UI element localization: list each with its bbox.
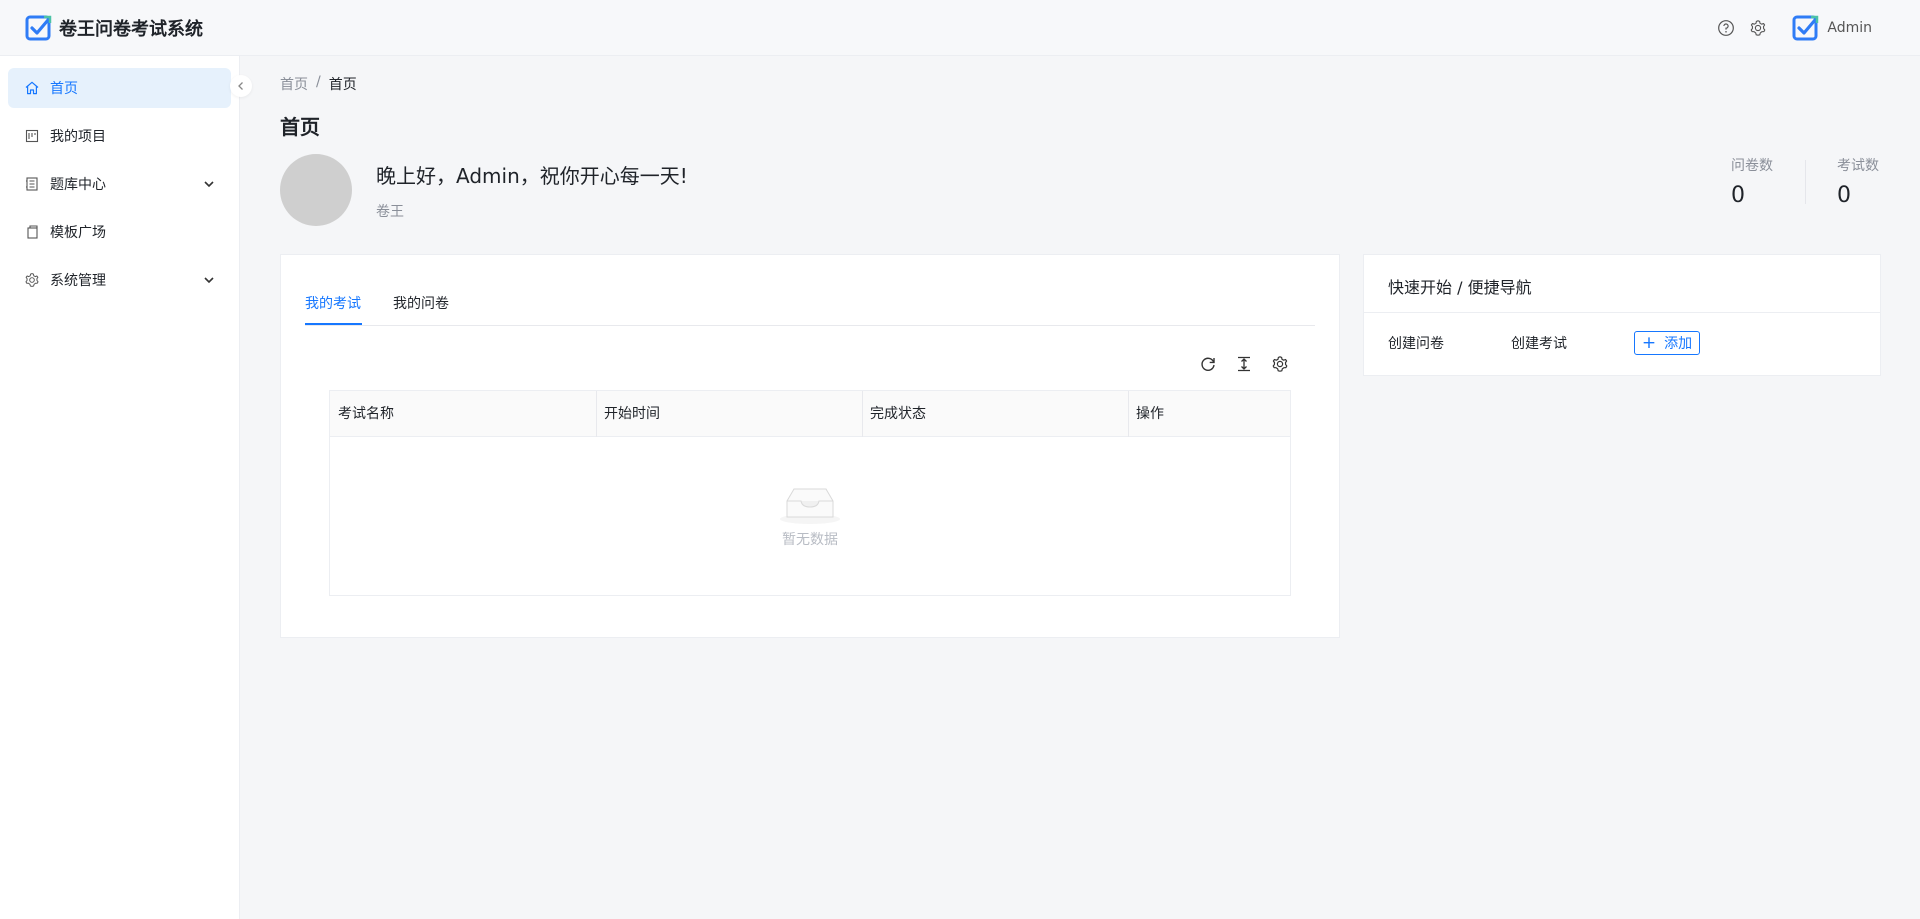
settings-icon[interactable] [1271, 355, 1289, 373]
stat-value: 0 [1837, 183, 1851, 208]
breadcrumb-root[interactable]: 首页 [280, 74, 308, 94]
sidebar: 首页 我的项目 题库中心 模板广场 系统管理 [0, 56, 240, 919]
help-icon[interactable] [1717, 19, 1735, 37]
project-icon [25, 129, 39, 143]
column-height-icon[interactable] [1235, 355, 1253, 373]
add-button-label: 添加 [1664, 336, 1693, 352]
welcome-greeting: 晚上好，Admin，祝你开心每一天! [376, 164, 688, 188]
stat-exam-count: 考试数 0 [1837, 155, 1879, 208]
quick-nav-title: 快速开始 / 便捷导航 [1388, 278, 1532, 297]
breadcrumb-current: 首页 [328, 77, 357, 93]
column-header[interactable]: 开始时间 [596, 391, 862, 437]
chevron-down-icon [204, 181, 214, 188]
tab-my-exams[interactable]: 我的考试 [305, 293, 361, 313]
sidebar-item-label: 我的项目 [50, 129, 106, 145]
sidebar-collapse-button[interactable] [230, 75, 252, 97]
sidebar-item-label: 模板广场 [50, 225, 106, 241]
sidebar-item-question-bank[interactable]: 题库中心 [8, 164, 231, 204]
settings-icon[interactable] [1749, 19, 1767, 37]
column-header[interactable]: 操作 [1128, 391, 1290, 437]
header-actions: Admin [1703, 0, 1872, 56]
page-title: 首页 [280, 115, 320, 139]
table-toolbar [1181, 355, 1289, 373]
stat-value: 0 [1731, 183, 1745, 208]
empty-text: 暂无数据 [782, 532, 838, 548]
user-menu[interactable]: Admin [1791, 14, 1872, 42]
user-avatar-icon [1792, 15, 1819, 41]
quick-link-create-survey[interactable]: 创建问卷 [1388, 333, 1444, 353]
quick-link-create-exam[interactable]: 创建考试 [1511, 333, 1567, 353]
home-icon [25, 81, 39, 95]
sidebar-item-templates[interactable]: 模板广场 [8, 212, 231, 252]
sidebar-item-label: 题库中心 [50, 177, 106, 193]
template-icon [27, 225, 38, 239]
stat-label: 考试数 [1837, 158, 1879, 174]
logo-icon [25, 15, 52, 40]
chevron-down-icon [204, 277, 214, 284]
user-name: Admin [1827, 20, 1872, 36]
stat-divider [1805, 160, 1806, 204]
avatar [280, 154, 352, 226]
empty-state: 暂无数据 [330, 437, 1290, 595]
sidebar-item-label: 首页 [50, 81, 78, 97]
exam-survey-card: 我的考试 我的问卷 考试名称 开始时间 完成状态 操作 暂无数据 [280, 254, 1340, 638]
column-header[interactable]: 完成状态 [862, 391, 1128, 437]
table-header: 考试名称 开始时间 完成状态 操作 [330, 391, 1290, 437]
welcome-subtitle: 卷王 [376, 204, 404, 220]
exam-table: 考试名称 开始时间 完成状态 操作 暂无数据 [329, 390, 1291, 596]
sidebar-item-projects[interactable]: 我的项目 [8, 116, 231, 156]
chevron-left-icon [238, 82, 243, 90]
breadcrumb-separator: / [316, 74, 321, 90]
sidebar-item-label: 系统管理 [50, 273, 106, 289]
tab-bar: 我的考试 我的问卷 [305, 255, 1315, 326]
app-title: 卷王问卷考试系统 [59, 18, 203, 40]
breadcrumb: 首页 / 首页 [280, 74, 357, 94]
sidebar-item-home[interactable]: 首页 [8, 68, 231, 108]
top-header: 卷王问卷考试系统 Admin [0, 0, 1920, 56]
stat-survey-count: 问卷数 0 [1731, 155, 1773, 208]
tab-my-surveys[interactable]: 我的问卷 [393, 293, 449, 313]
divider [1364, 312, 1880, 313]
add-button[interactable]: + 添加 [1634, 331, 1700, 355]
gear-icon [25, 273, 39, 287]
question-bank-icon [26, 177, 38, 191]
brand[interactable]: 卷王问卷考试系统 [24, 14, 203, 42]
tab-active-indicator [305, 323, 362, 325]
sidebar-item-system[interactable]: 系统管理 [8, 260, 231, 300]
quick-nav-card: 快速开始 / 便捷导航 创建问卷 创建考试 + 添加 [1363, 254, 1881, 376]
refresh-icon[interactable] [1199, 355, 1217, 373]
stat-label: 问卷数 [1731, 158, 1773, 174]
plus-icon: + [1641, 332, 1657, 353]
empty-box-icon [780, 488, 840, 524]
column-header[interactable]: 考试名称 [330, 391, 596, 437]
